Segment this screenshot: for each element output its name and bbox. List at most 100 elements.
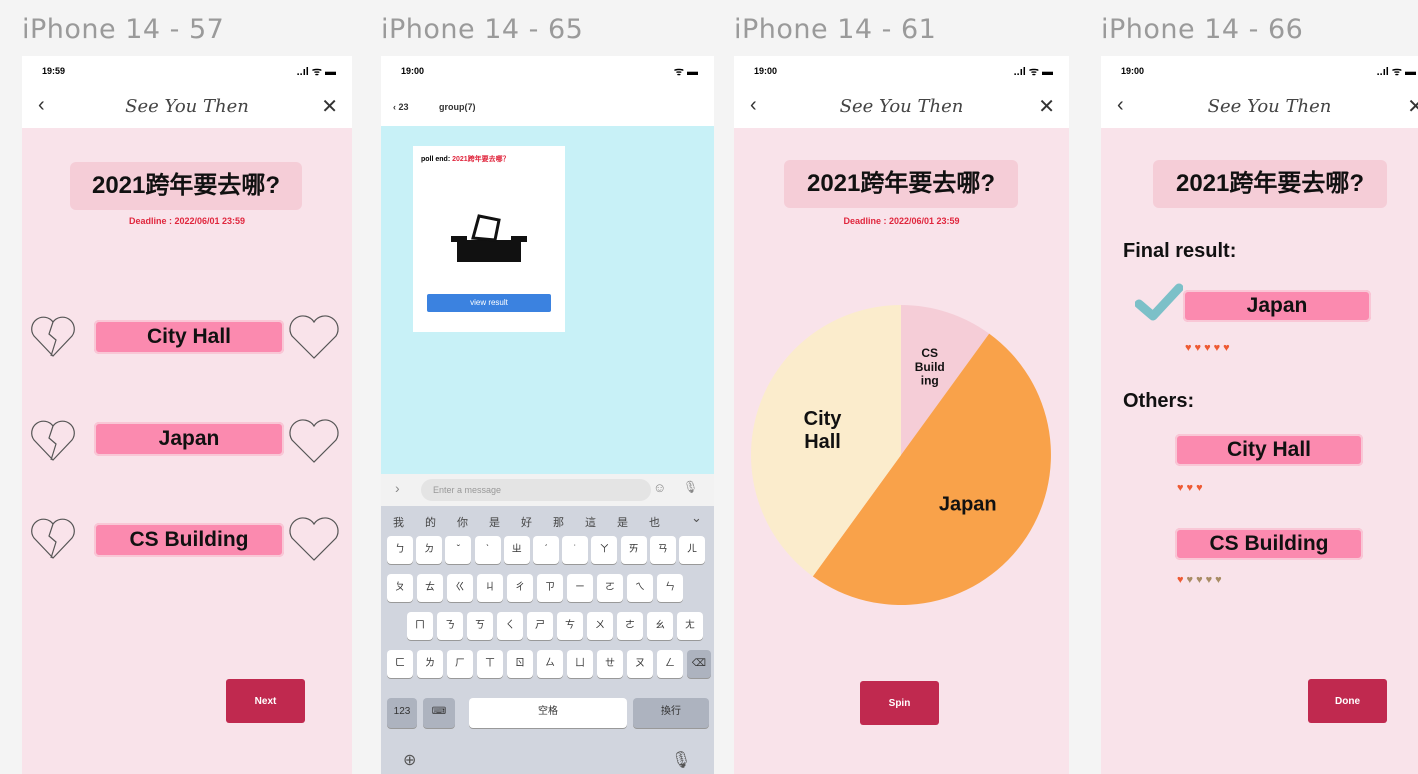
key[interactable]: ㄑ xyxy=(497,612,523,640)
key[interactable]: ㄢ xyxy=(649,536,676,564)
candidate-key[interactable]: 那 xyxy=(553,514,564,530)
key[interactable]: ㄜ xyxy=(617,612,643,640)
chat-back-button[interactable]: ‹ 23 xyxy=(393,102,409,112)
candidate-key[interactable]: 你 xyxy=(457,514,468,530)
key[interactable]: ㄧ xyxy=(567,574,593,602)
key[interactable]: ㄋ xyxy=(437,612,463,640)
space-key[interactable]: 空格 xyxy=(469,698,627,728)
spin-button[interactable]: Spin xyxy=(860,681,939,725)
key[interactable]: ㄉ xyxy=(416,536,443,564)
key[interactable]: ㄣ xyxy=(657,574,683,602)
key[interactable]: ㄒ xyxy=(477,650,503,678)
candidate-key[interactable]: 也 xyxy=(649,514,660,530)
broken-heart-icon[interactable] xyxy=(28,416,78,466)
key[interactable]: ㄊ xyxy=(417,574,443,602)
broken-heart-icon[interactable] xyxy=(28,514,78,564)
key[interactable]: ㄖ xyxy=(507,650,533,678)
expand-icon[interactable]: › xyxy=(395,480,400,496)
candidate-key[interactable]: 是 xyxy=(489,514,500,530)
close-icon[interactable]: ✕ xyxy=(321,94,338,119)
key[interactable]: ㄠ xyxy=(647,612,673,640)
key[interactable]: ㄇ xyxy=(407,612,433,640)
key[interactable]: ㄕ xyxy=(527,612,553,640)
key[interactable]: ㄅ xyxy=(387,536,413,564)
pie-slice-label: Japan xyxy=(939,493,997,515)
app-title: See You Then xyxy=(125,96,249,117)
key[interactable]: ㄝ xyxy=(597,650,623,678)
key[interactable]: ㄘ xyxy=(557,612,583,640)
poll-question: 2021跨年要去哪？ xyxy=(452,156,510,163)
winner-hearts: ♥♥♥♥♥ xyxy=(1185,342,1233,354)
winner-option: Japan xyxy=(1183,290,1371,322)
view-result-button[interactable]: view result xyxy=(427,294,551,312)
final-result-label: Final result: xyxy=(1123,240,1237,262)
key[interactable]: ㄍ xyxy=(447,574,473,602)
candidate-key[interactable]: 好 xyxy=(521,514,532,530)
key[interactable]: ㄆ xyxy=(387,574,413,602)
globe-icon[interactable]: ⊕ xyxy=(403,750,416,770)
emoji-icon[interactable]: ☺ xyxy=(653,480,666,495)
close-icon[interactable]: ✕ xyxy=(1038,94,1055,119)
key[interactable]: ㄈ xyxy=(387,650,413,678)
key[interactable]: ㄏ xyxy=(447,650,473,678)
enter-key[interactable]: 換行 xyxy=(633,698,709,728)
close-icon[interactable]: ✕ xyxy=(1407,94,1418,119)
candidate-key[interactable]: 這 xyxy=(585,514,596,530)
heart-icon[interactable] xyxy=(286,416,342,466)
nav-bar: ‹ See You Then ✕ xyxy=(22,86,352,128)
key[interactable]: ㄦ xyxy=(679,536,705,564)
key[interactable]: ㄌ xyxy=(417,650,443,678)
status-time: 19:00 xyxy=(401,66,425,76)
heart-icon[interactable] xyxy=(286,514,342,564)
phone-spin-screen: 19:00 ..ıl ᯤ ▬ ‹ See You Then ✕ 2021跨年要去… xyxy=(734,56,1069,774)
key[interactable]: ㄓ xyxy=(503,536,530,564)
option-cs-building[interactable]: CS Building xyxy=(94,523,284,557)
option-japan[interactable]: Japan xyxy=(94,422,284,456)
poll-prefix: poll end: xyxy=(421,156,453,163)
backspace-key[interactable]: ⌫ xyxy=(687,650,711,678)
key[interactable]: ㄨ xyxy=(587,612,613,640)
key[interactable]: ˋ xyxy=(474,536,501,564)
next-button[interactable]: Next xyxy=(226,679,305,723)
key[interactable]: ˇ xyxy=(445,536,472,564)
status-bar: 19:59 ..ıl ᯤ ▬ xyxy=(22,56,352,86)
key[interactable]: ˊ xyxy=(533,536,559,564)
key[interactable]: ㄩ xyxy=(567,650,593,678)
candidate-key[interactable]: 的 xyxy=(425,514,436,530)
frame-label: iPhone 14 - 57 xyxy=(22,14,225,45)
chevron-down-icon[interactable]: ⌄ xyxy=(691,510,702,526)
poll-card[interactable]: poll end: 2021跨年要去哪？ view result xyxy=(413,146,565,332)
dictation-icon[interactable]: 🎙 xyxy=(671,750,691,770)
key[interactable]: ˙ xyxy=(562,536,589,564)
key[interactable]: ㄎ xyxy=(467,612,493,640)
broken-heart-icon[interactable] xyxy=(28,312,78,362)
candidate-key[interactable]: 是 xyxy=(617,514,628,530)
question-title: 2021跨年要去哪? xyxy=(1153,160,1387,208)
candidate-key[interactable]: 我 xyxy=(393,514,404,530)
message-input[interactable]: Enter a message xyxy=(421,479,651,501)
key[interactable]: ㄙ xyxy=(537,650,563,678)
phone-vote-screen: 19:59 ..ıl ᯤ ▬ ‹ See You Then ✕ 2021跨年要去… xyxy=(22,56,352,774)
key[interactable]: ㄐ xyxy=(477,574,503,602)
key[interactable]: ㄟ xyxy=(627,574,653,602)
deadline-text: Deadline : 2022/06/01 23:59 xyxy=(843,216,960,226)
key[interactable]: ㄞ xyxy=(620,536,647,564)
key[interactable]: ㄔ xyxy=(507,574,533,602)
key[interactable]: ㄥ xyxy=(657,650,683,678)
mic-icon[interactable]: 🎙 xyxy=(683,480,698,494)
chat-area: poll end: 2021跨年要去哪？ view result xyxy=(381,126,714,474)
key[interactable]: ㄤ xyxy=(677,612,703,640)
deadline-text: Deadline : 2022/06/01 23:59 xyxy=(128,216,246,226)
heart-icon[interactable] xyxy=(286,312,342,362)
key[interactable]: ㄗ xyxy=(537,574,563,602)
app-title: See You Then xyxy=(1207,96,1332,117)
status-bar: 19:00 ᯤ ▬ xyxy=(381,56,714,86)
done-button[interactable]: Done xyxy=(1308,679,1387,723)
option-city-hall[interactable]: City Hall xyxy=(94,320,284,354)
heart-count: ♥ xyxy=(1177,574,1187,586)
key[interactable]: ㄚ xyxy=(591,536,618,564)
key[interactable]: ㄡ xyxy=(627,650,653,678)
keyboard-switch-icon[interactable]: ⌨ xyxy=(423,698,455,728)
key[interactable]: ㄛ xyxy=(597,574,623,602)
key-123[interactable]: 123 xyxy=(387,698,417,728)
